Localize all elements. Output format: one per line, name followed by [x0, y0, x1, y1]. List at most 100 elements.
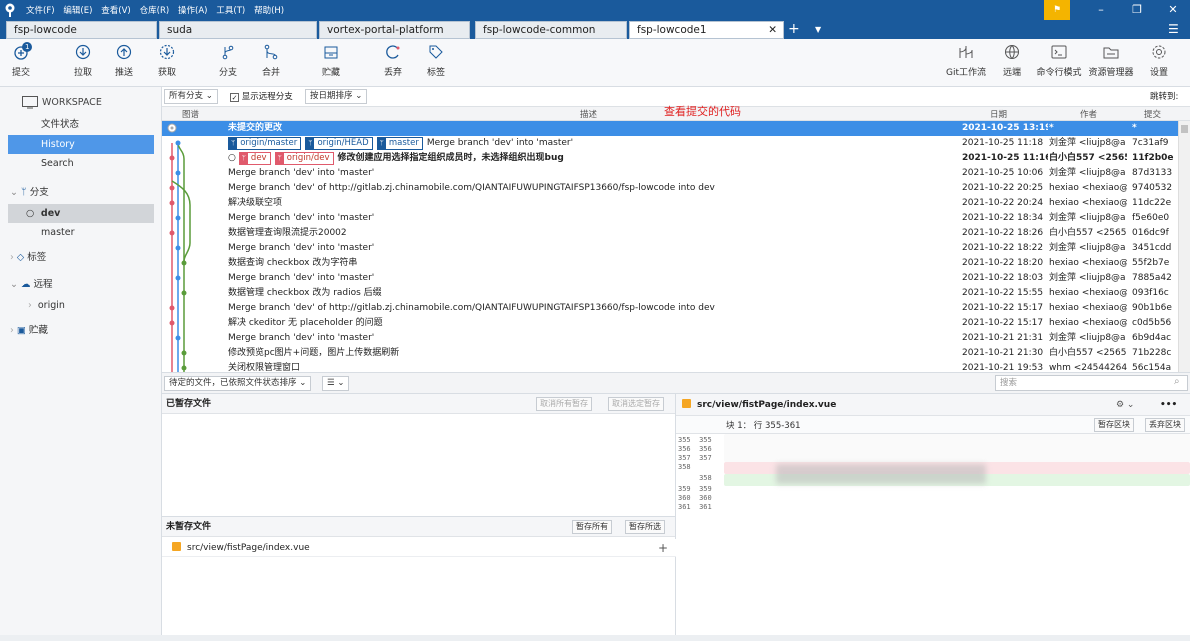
terminal-button[interactable]: 命令行模式	[1034, 39, 1084, 87]
view-mode-dropdown[interactable]: ☰ ⌄	[322, 376, 350, 391]
unstage-all-button[interactable]: 取消所有暂存	[536, 397, 592, 411]
sidebar-section-tags[interactable]: › ◇ 标签	[0, 248, 162, 267]
menu-repository[interactable]: 仓库(R)	[140, 6, 170, 16]
unstage-selected-button[interactable]: 取消选定暂存	[608, 397, 664, 411]
graph-node	[175, 170, 181, 176]
sidebar-remote-origin[interactable]: › origin	[0, 296, 162, 315]
minimize-icon[interactable]: –	[1086, 0, 1116, 20]
dropdown-value: 所有分支	[169, 91, 204, 101]
commit-row[interactable]: 数据查询 checkbox 改为字符串 2021-10-22 18:20 hexia…	[162, 256, 1178, 271]
file-list-item[interactable]: src/view/fistPage/index.vue +	[162, 539, 676, 557]
commit-row[interactable]: 解决 ckeditor 无 placeholder 的问题 2021-10-22 …	[162, 316, 1178, 331]
explorer-button[interactable]: 资源管理器	[1086, 39, 1136, 87]
stage-all-button[interactable]: 暂存所有	[572, 520, 612, 534]
column-description[interactable]: 描述	[580, 108, 597, 120]
tab-dropdown-icon[interactable]: ▼	[815, 20, 821, 39]
branch-icon: ᛘ	[229, 138, 238, 149]
commit-date: 2021-10-22 18:20	[962, 258, 1044, 268]
git-flow-button[interactable]: Git工作流	[943, 39, 989, 87]
gear-icon[interactable]: ⚙ ⌄	[1116, 394, 1134, 416]
tab-close-icon[interactable]: ✕	[768, 22, 777, 38]
commit-row[interactable]: Merge branch 'dev' of http://gitlab.zj.c…	[162, 301, 1178, 316]
commit-row[interactable]: 修改预览pc图片+问题，图片上传数据刷新 2021-10-21 21:30 白小白5…	[162, 346, 1178, 361]
menu-edit[interactable]: 编辑(E)	[63, 6, 92, 16]
tab-fsp-lowcode-common[interactable]: fsp-lowcode-common	[475, 21, 627, 39]
tab-fsp-lowcode1[interactable]: fsp-lowcode1 ✕	[629, 21, 784, 39]
commit-row[interactable]: Merge branch 'dev' into 'master' 2021-10-…	[162, 241, 1178, 256]
more-icon[interactable]: •••	[1160, 394, 1177, 416]
sort-dropdown[interactable]: 按日期排序 ⌄	[305, 89, 368, 104]
head-marker-icon: ○	[228, 153, 239, 163]
commit-row[interactable]: 解决级联空项 2021-10-22 20:24 hexiao <hexiao@ 11d…	[162, 196, 1178, 211]
menu-tools[interactable]: 工具(T)	[216, 6, 245, 16]
restore-icon[interactable]: ❐	[1122, 0, 1152, 20]
column-author[interactable]: 作者	[1080, 108, 1097, 120]
merge-label: 合并	[261, 68, 280, 78]
flag-icon[interactable]: ⚑	[1044, 0, 1070, 20]
sidebar-section-remotes[interactable]: ⌄ ☁ 远程	[0, 275, 162, 294]
new-tab-icon[interactable]: +	[788, 20, 800, 39]
push-button[interactable]: 推送	[111, 39, 137, 87]
column-date[interactable]: 日期	[990, 108, 1007, 120]
merge-button[interactable]: 合并	[258, 39, 284, 87]
discard-hunk-button[interactable]: 丢弃区块	[1145, 418, 1185, 432]
remote-button[interactable]: 远端	[999, 39, 1025, 87]
stage-file-icon[interactable]: +	[658, 539, 668, 557]
commit-row[interactable]: Merge branch 'dev' into 'master' 2021-10-…	[162, 271, 1178, 286]
commit-row[interactable]: Merge branch 'dev' of http://gitlab.zj.c…	[162, 181, 1178, 196]
commit-row[interactable]: 数据管理 checkbox 改为 radios 后缀 2021-10-22 15:…	[162, 286, 1178, 301]
sidebar-section-branches[interactable]: ⌄ ᛘ 分支	[0, 183, 162, 202]
sidebar-item-file-status[interactable]: 文件状态	[0, 115, 162, 134]
line-numbers: 359 359	[678, 485, 712, 493]
menu-file[interactable]: 文件(F)	[26, 6, 55, 16]
settings-button[interactable]: 设置	[1146, 39, 1172, 87]
search-input[interactable]: 搜索	[995, 375, 1188, 391]
tab-vortex-portal-platform[interactable]: vortex-portal-platform2 ⬇	[319, 21, 470, 52]
commit-row[interactable]: Merge branch 'dev' into 'master' 2021-10-…	[162, 166, 1178, 181]
menu-view[interactable]: 查看(V)	[101, 6, 130, 16]
commit-button[interactable]: 1 提交	[8, 39, 34, 87]
branch-name: master	[41, 227, 75, 238]
tab-suda[interactable]: suda	[159, 21, 317, 39]
column-graph[interactable]: 图谱	[182, 108, 199, 120]
hamburger-menu-icon[interactable]: ☰	[1168, 20, 1179, 39]
jump-to-label[interactable]: 跳转到:	[1150, 90, 1178, 102]
stash-icon: ▣	[16, 325, 26, 336]
commit-list-scrollbar[interactable]	[1178, 121, 1190, 372]
push-icon	[116, 39, 132, 65]
sidebar-branch-dev[interactable]: ○ dev	[8, 204, 154, 223]
commit-row[interactable]: ○ ᛘ dev ᛘ origin/dev 修改创建应用选择指定组织成员时，未选择组织出现…	[162, 151, 1178, 166]
chevron-right-icon: ›	[10, 252, 14, 263]
commit-row[interactable]: 未提交的更改 2021-10-25 13:19 * *	[162, 121, 1178, 136]
commit-row[interactable]: Merge branch 'dev' into 'master' 2021-10-…	[162, 331, 1178, 346]
column-commit[interactable]: 提交	[1144, 108, 1161, 120]
stage-selected-button[interactable]: 暂存所选	[625, 520, 665, 534]
menu-help[interactable]: 帮助(H)	[254, 6, 284, 16]
file-path: src/view/fistPage/index.vue	[187, 543, 310, 553]
branch-filter-dropdown[interactable]: 所有分支 ⌄	[164, 89, 218, 104]
file-sort-dropdown[interactable]: 待定的文件，已依照文件状态排序 ⌄	[164, 376, 312, 391]
commit-row[interactable]: 数据管理查询限流提示20002 2021-10-22 18:26 白小白557 <2…	[162, 226, 1178, 241]
close-window-icon[interactable]: ✕	[1158, 0, 1188, 20]
current-branch-icon: ○	[26, 208, 35, 219]
tag-button[interactable]: 标签	[423, 39, 449, 87]
scrollbar-thumb[interactable]	[1181, 125, 1188, 133]
sidebar-item-search[interactable]: Search	[0, 154, 162, 173]
menu-actions[interactable]: 操作(A)	[178, 6, 207, 16]
sidebar-item-history[interactable]: History	[8, 135, 154, 154]
title-bar: 文件(F) 编辑(E) 查看(V) 仓库(R) 操作(A) 工具(T) 帮助(H…	[0, 0, 1190, 20]
sidebar-section-stashes[interactable]: › ▣ 贮藏	[0, 321, 162, 340]
commit-row[interactable]: Merge branch 'dev' into 'master' 2021-10-…	[162, 211, 1178, 226]
show-remote-checkbox[interactable]: ✓ 显示远程分支	[230, 90, 293, 102]
branch-button[interactable]: 分支	[215, 39, 241, 87]
tab-fsp-lowcode[interactable]: fsp-lowcode	[6, 21, 157, 39]
stage-hunk-button[interactable]: 暂存区块	[1094, 418, 1134, 432]
sidebar-branch-master[interactable]: master	[0, 223, 162, 242]
discard-button[interactable]: 丢弃	[380, 39, 406, 87]
pull-button[interactable]: 拉取	[70, 39, 96, 87]
commit-row[interactable]: 关闭权限管理窗口 2021-10-21 19:53 whm <24544264 56c…	[162, 361, 1178, 372]
fetch-button[interactable]: 获取	[154, 39, 180, 87]
commit-hash: c0d5b56	[1132, 318, 1172, 328]
commit-row[interactable]: ᛘ origin/master ᛘ origin/HEAD ᛘ master Merge b…	[162, 136, 1178, 151]
stash-button[interactable]: 贮藏	[318, 39, 344, 87]
